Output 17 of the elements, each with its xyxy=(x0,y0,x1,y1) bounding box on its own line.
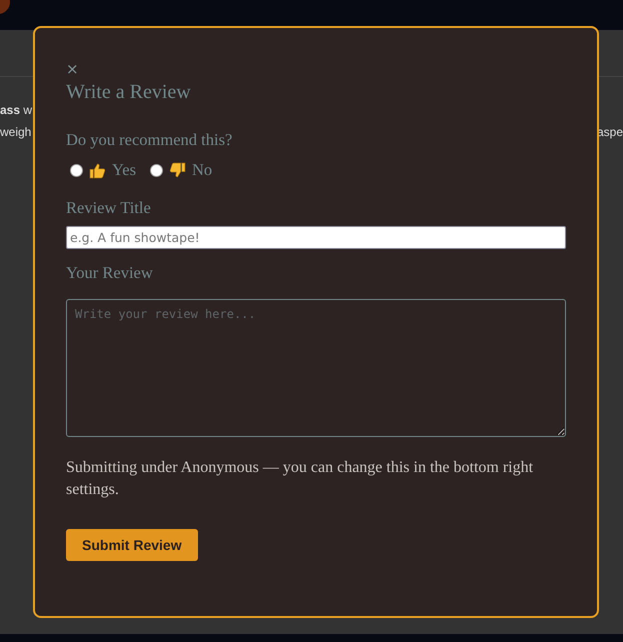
close-button[interactable]: × xyxy=(66,62,79,76)
thumbs-up-icon xyxy=(89,162,106,178)
body-text: weigh xyxy=(0,124,32,141)
note-text: Submitting under Anonymous — you can change this in the bottom right settings. xyxy=(66,458,534,500)
question-label: Do you recommend this? xyxy=(66,130,232,150)
thumbs-down-icon xyxy=(169,162,186,178)
radio-button[interactable] xyxy=(70,164,83,176)
review-text-area[interactable]: Write your review here... xyxy=(66,299,566,437)
body-text: ass w xyxy=(0,102,32,119)
dialog-title: Write a Review xyxy=(66,80,191,104)
option-label: Yes xyxy=(112,160,136,180)
field-label: Your Review xyxy=(66,263,153,283)
field-label: Review Title xyxy=(66,198,151,218)
submit-button[interactable]: Submit Review xyxy=(66,529,198,561)
title-input-field[interactable]: e.g. A fun showtape! xyxy=(66,226,566,249)
radio-button[interactable] xyxy=(150,164,164,176)
option-label: No xyxy=(192,160,212,180)
